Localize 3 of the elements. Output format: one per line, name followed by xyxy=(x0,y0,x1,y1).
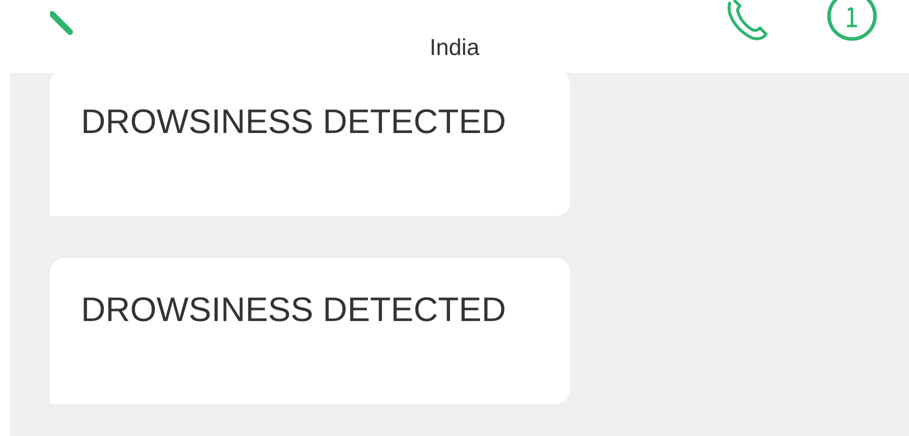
contact-subtitle: India xyxy=(430,33,480,62)
message-text: DROWSINESS DETECTED xyxy=(81,290,506,331)
message-text: DROWSINESS DETECTED xyxy=(81,102,506,143)
